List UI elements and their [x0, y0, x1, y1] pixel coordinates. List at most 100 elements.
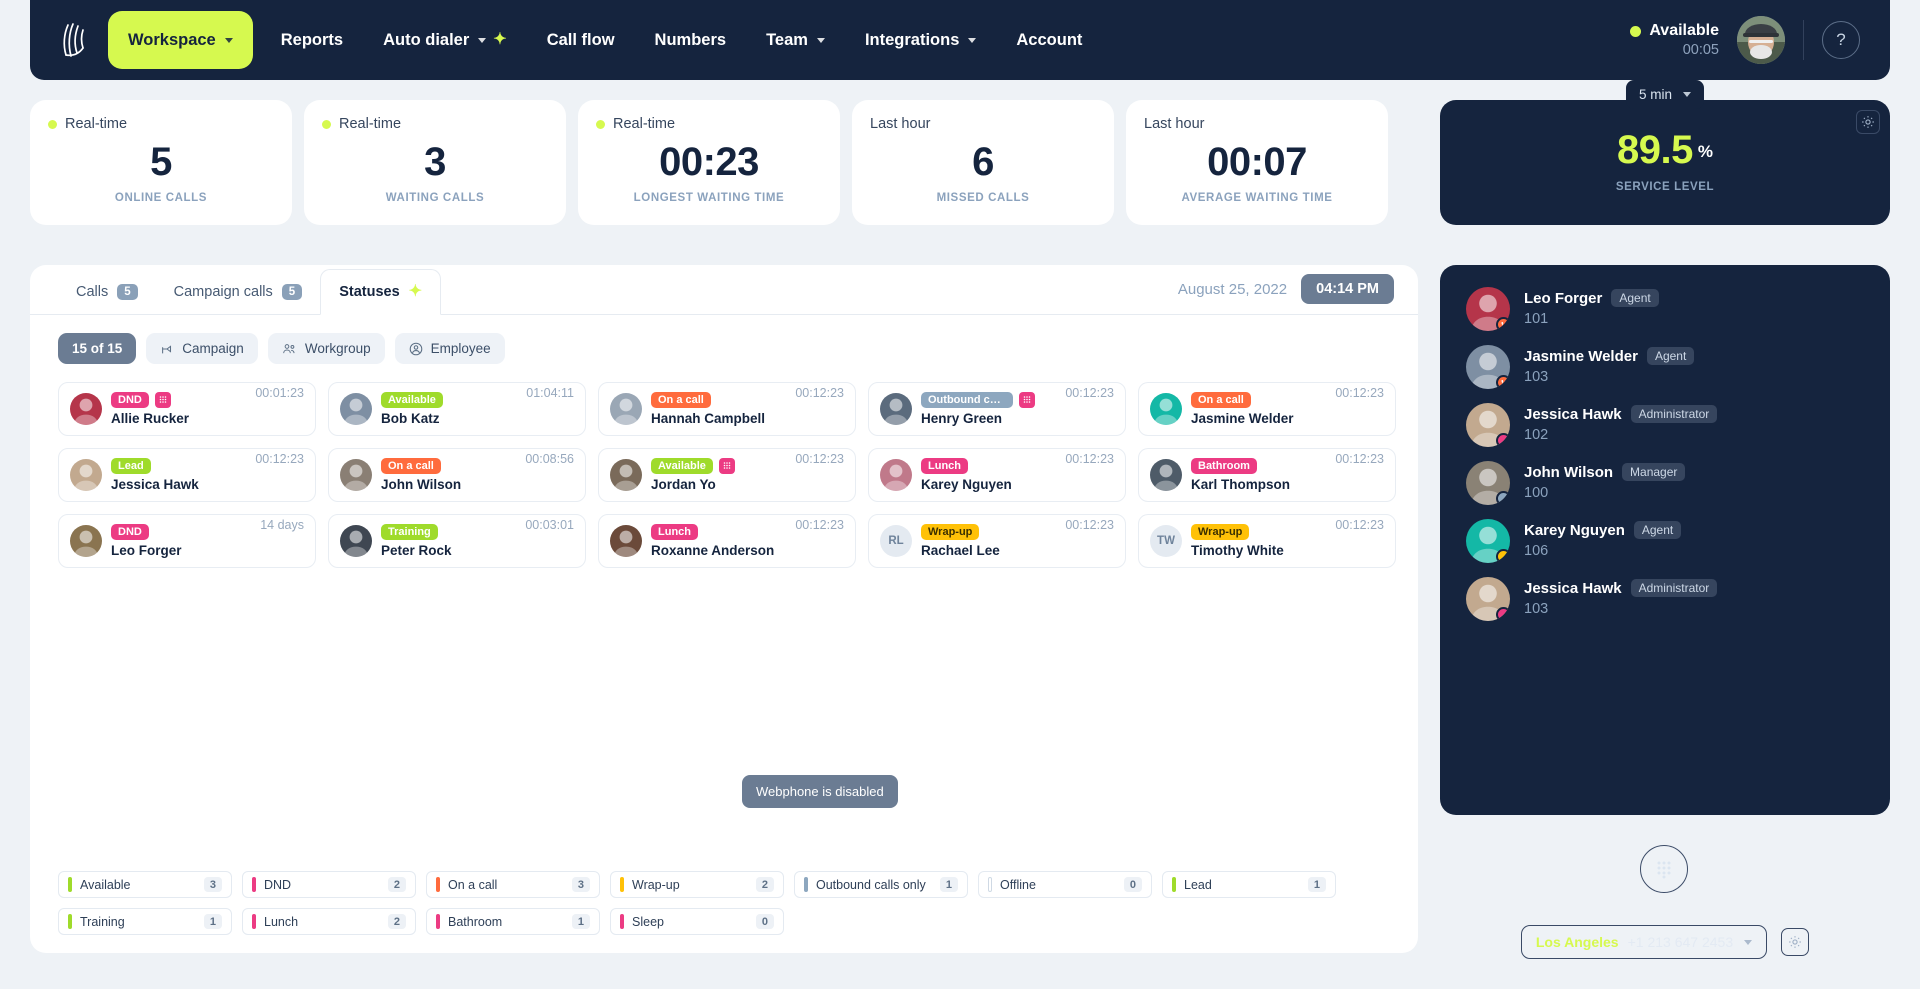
avatar [1466, 287, 1510, 331]
chevron-down-icon [478, 38, 486, 43]
panel-time-button[interactable]: 04:14 PM [1301, 274, 1394, 304]
sidebar-person-item[interactable]: Karey NguyenAgent106 [1466, 519, 1864, 563]
kpi-kind: Last hour [870, 116, 930, 132]
user-status-label: Available [1649, 22, 1719, 40]
legend-color-swatch [620, 877, 624, 892]
avatar [1466, 577, 1510, 621]
filter-chip-employee[interactable]: Employee [395, 333, 505, 364]
agent-status-card[interactable]: Outbound call…Henry Green00:12:23 [868, 382, 1126, 436]
sidebar-person-role: Administrator [1631, 579, 1718, 597]
brand-logo-icon[interactable] [52, 17, 98, 63]
agent-status-card[interactable]: LeadJessica Hawk00:12:23 [58, 448, 316, 502]
service-level-unit: % [1698, 142, 1713, 161]
sidebar-person-name: Leo Forger [1524, 290, 1602, 307]
filter-chip-count[interactable]: 15 of 15 [58, 333, 136, 364]
nav-item-account[interactable]: Account [996, 0, 1102, 80]
sidebar-person-item[interactable]: Jessica HawkAdministrator103 [1466, 577, 1864, 621]
dialpad-icon[interactable] [1019, 392, 1035, 408]
nav-item-reports[interactable]: Reports [261, 0, 363, 80]
dialpad-icon[interactable] [155, 392, 171, 408]
sidebar-person-name: Jessica Hawk [1524, 406, 1622, 423]
legend-item[interactable]: Bathroom1 [426, 908, 600, 935]
agent-status-duration: 00:12:23 [255, 452, 304, 466]
legend-label: Available [80, 878, 196, 892]
legend-item[interactable]: Sleep0 [610, 908, 784, 935]
status-badge: On a call [381, 458, 441, 474]
presence-dot-icon [1496, 433, 1510, 447]
outbound-number-selector[interactable]: Los Angeles +1 213 647 2453 [1521, 925, 1767, 959]
avatar[interactable] [1737, 16, 1785, 64]
agent-status-card[interactable]: AvailableJordan Yo00:12:23 [598, 448, 856, 502]
sidebar-person-item[interactable]: Leo ForgerAgent101 [1466, 287, 1864, 331]
agent-status-duration: 14 days [260, 518, 304, 532]
legend-count: 2 [388, 877, 406, 892]
statuses-panel: Calls 5 Campaign calls 5 Statuses ✦ Augu… [30, 265, 1418, 953]
realtime-dot-icon [48, 120, 57, 129]
legend-item[interactable]: Wrap-up2 [610, 871, 784, 898]
gear-icon[interactable] [1781, 928, 1809, 956]
tab-label: Campaign calls [174, 284, 273, 300]
agent-status-card[interactable]: On a callHannah Campbell00:12:23 [598, 382, 856, 436]
avatar [1150, 393, 1182, 425]
legend-label: On a call [448, 878, 564, 892]
nav-item-numbers[interactable]: Numbers [635, 0, 747, 80]
legend-item[interactable]: Outbound calls only1 [794, 871, 968, 898]
agent-status-card[interactable]: LunchKarey Nguyen00:12:23 [868, 448, 1126, 502]
sidebar-person-header: John WilsonManager [1524, 463, 1685, 481]
legend-item[interactable]: Lunch2 [242, 908, 416, 935]
agent-status-card[interactable]: AvailableBob Katz01:04:11 [328, 382, 586, 436]
tab-campaign-calls[interactable]: Campaign calls 5 [156, 270, 321, 314]
agent-status-card[interactable]: On a callJasmine Welder00:12:23 [1138, 382, 1396, 436]
sidebar-person-name: John Wilson [1524, 464, 1613, 481]
avatar [1466, 345, 1510, 389]
legend-item[interactable]: Offline0 [978, 871, 1152, 898]
sidebar-person-item[interactable]: Jasmine WelderAgent103 [1466, 345, 1864, 389]
filter-label: Campaign [182, 341, 244, 356]
tab-statuses[interactable]: Statuses ✦ [320, 269, 441, 315]
service-level-range-selector[interactable]: 5 min [1626, 80, 1704, 109]
dialpad-icon[interactable] [719, 458, 735, 474]
nav-item-auto-dialer[interactable]: Auto dialer ✦ [363, 0, 527, 80]
legend-item[interactable]: DND2 [242, 871, 416, 898]
legend-item[interactable]: Available3 [58, 871, 232, 898]
sidebar-person-item[interactable]: John WilsonManager100 [1466, 461, 1864, 505]
sidebar-person-info: Leo ForgerAgent101 [1524, 287, 1659, 327]
gear-icon[interactable] [1856, 110, 1880, 134]
sidebar-person-item[interactable]: Jessica HawkAdministrator102 [1466, 403, 1864, 447]
agent-status-duration: 00:12:23 [795, 518, 844, 532]
agent-status-card[interactable]: BathroomKarl Thompson00:12:23 [1138, 448, 1396, 502]
legend-item[interactable]: Training1 [58, 908, 232, 935]
service-level-label: SERVICE LEVEL [1440, 181, 1890, 193]
legend-color-swatch [68, 877, 72, 892]
agent-info: Outbound call…Henry Green [921, 392, 1056, 426]
agent-status-card[interactable]: TrainingPeter Rock00:03:01 [328, 514, 586, 568]
legend-label: Offline [1000, 878, 1116, 892]
nav-item-workspace[interactable]: Workspace [108, 11, 253, 69]
chevron-down-icon [1683, 92, 1691, 97]
legend-item[interactable]: Lead1 [1162, 871, 1336, 898]
filter-chip-workgroup[interactable]: Workgroup [268, 333, 385, 364]
tab-calls[interactable]: Calls 5 [58, 270, 156, 314]
help-icon[interactable]: ? [1822, 21, 1860, 59]
sidebar-person-extension: 101 [1524, 311, 1659, 327]
agent-status-card[interactable]: RLWrap-upRachael Lee00:12:23 [868, 514, 1126, 568]
legend-color-swatch [620, 914, 624, 929]
legend-item[interactable]: On a call3 [426, 871, 600, 898]
agent-status-card[interactable]: On a callJohn Wilson00:08:56 [328, 448, 586, 502]
user-status[interactable]: Available 00:05 [1630, 22, 1719, 58]
sidebar-person-name: Karey Nguyen [1524, 522, 1625, 539]
avatar [340, 459, 372, 491]
agent-status-card[interactable]: LunchRoxanne Anderson00:12:23 [598, 514, 856, 568]
agent-status-card[interactable]: DNDLeo Forger14 days [58, 514, 316, 568]
nav-item-team[interactable]: Team [746, 0, 845, 80]
agent-name: Timothy White [1191, 543, 1326, 558]
tab-label: Calls [76, 284, 108, 300]
sidebar-person-role: Agent [1647, 347, 1694, 365]
dialpad-icon[interactable] [1640, 845, 1688, 893]
nav-item-integrations[interactable]: Integrations [845, 0, 996, 80]
agent-status-card[interactable]: TWWrap-upTimothy White00:12:23 [1138, 514, 1396, 568]
nav-item-call-flow[interactable]: Call flow [527, 0, 635, 80]
filter-chip-campaign[interactable]: Campaign [146, 333, 258, 364]
agent-status-duration: 00:08:56 [525, 452, 574, 466]
agent-status-card[interactable]: DNDAllie Rucker00:01:23 [58, 382, 316, 436]
